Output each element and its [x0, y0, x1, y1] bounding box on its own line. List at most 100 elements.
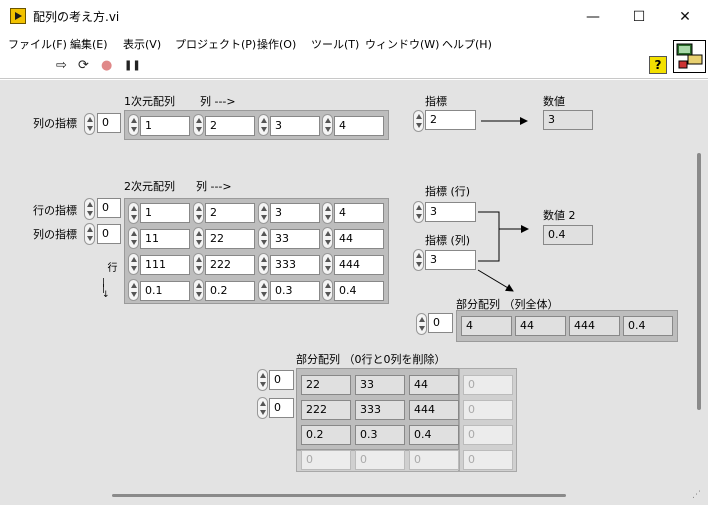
row-index-label: 指標 (行)	[425, 185, 471, 198]
array1d-col-label: 列 --->	[200, 95, 236, 108]
array1d-elem[interactable]: 4	[334, 116, 384, 136]
array2d-col-index-spinner[interactable]	[84, 223, 95, 245]
pause-icon[interactable]: ❚❚	[124, 60, 141, 71]
array2d-spinner[interactable]	[128, 279, 139, 301]
horizontal-scrollbar[interactable]	[112, 494, 566, 497]
subarray2-elem-empty: 0	[301, 450, 351, 470]
col-index-label: 指標 (列)	[425, 234, 471, 247]
subarray2-elem: 333	[355, 400, 405, 420]
menu-help[interactable]: ヘルプ(H)	[442, 36, 492, 52]
window-title: 配列の考え方.vi	[33, 10, 120, 24]
array2d-spinner[interactable]	[128, 202, 139, 224]
array2d-elem[interactable]: 44	[334, 229, 384, 249]
col-index-field[interactable]: 3	[425, 250, 476, 270]
array1d-index-field[interactable]: 0	[97, 113, 121, 133]
array2d-elem[interactable]: 0.2	[205, 281, 255, 301]
index-label: 指標	[425, 95, 447, 108]
array2d-elem[interactable]: 2	[205, 203, 255, 223]
array1d-elem[interactable]: 1	[140, 116, 190, 136]
abort-icon[interactable]: ●	[101, 58, 112, 73]
menu-window[interactable]: ウィンドウ(W)	[365, 36, 439, 52]
array2d-spinner[interactable]	[258, 279, 269, 301]
array1d-elem-spinner[interactable]	[128, 114, 139, 136]
array2d-elem[interactable]: 0.4	[334, 281, 384, 301]
run-continuously-icon[interactable]: ⟳	[78, 58, 89, 73]
subarray2-elem: 33	[355, 375, 405, 395]
array1d-elem-spinner[interactable]	[193, 114, 204, 136]
subarray2-row-index-spinner[interactable]	[257, 369, 268, 391]
context-help-button[interactable]: ?	[649, 56, 667, 74]
array1d-elem[interactable]: 2	[205, 116, 255, 136]
subarray2-elem: 22	[301, 375, 351, 395]
array1d-elem-spinner[interactable]	[258, 114, 269, 136]
resize-grip-icon[interactable]: ⋰	[692, 490, 701, 500]
subarray2-row-index-field[interactable]: 0	[269, 370, 294, 390]
number2-output: 0.4	[543, 225, 593, 245]
array2d-elem[interactable]: 333	[270, 255, 320, 275]
title-bar: 配列の考え方.vi — ☐ ✕	[0, 0, 708, 33]
subarray2-col-index-field[interactable]: 0	[269, 398, 294, 418]
row-index-spinner[interactable]	[413, 201, 424, 223]
number-output: 3	[543, 110, 593, 130]
array1d-elem[interactable]: 3	[270, 116, 320, 136]
index-field[interactable]: 2	[425, 110, 476, 130]
subarray2-elem: 444	[409, 400, 459, 420]
array1d-index-spinner[interactable]	[84, 113, 95, 135]
array2d-elem[interactable]: 0.3	[270, 281, 320, 301]
array2d-spinner[interactable]	[322, 227, 333, 249]
run-arrow-icon[interactable]: ⇨	[56, 58, 67, 73]
array2d-spinner[interactable]	[258, 227, 269, 249]
subarray2-elem-empty: 0	[355, 450, 405, 470]
menu-file[interactable]: ファイル(F)	[8, 36, 67, 52]
array2d-elem[interactable]: 3	[270, 203, 320, 223]
array2d-spinner[interactable]	[258, 202, 269, 224]
array2d-title: 2次元配列	[124, 180, 175, 193]
array2d-spinner[interactable]	[193, 227, 204, 249]
array2d-spinner[interactable]	[193, 202, 204, 224]
array2d-elem[interactable]: 0.1	[140, 281, 190, 301]
col-index-spinner[interactable]	[413, 249, 424, 271]
menu-project[interactable]: プロジェクト(P)	[175, 36, 256, 52]
menu-edit[interactable]: 編集(E)	[70, 36, 108, 52]
subarray2-elem-empty: 0	[463, 375, 513, 395]
array2d-elem[interactable]: 33	[270, 229, 320, 249]
array2d-row-index-spinner[interactable]	[84, 198, 95, 220]
array2d-elem[interactable]: 4	[334, 203, 384, 223]
subarray-index-spinner[interactable]	[416, 313, 427, 335]
array2d-spinner[interactable]	[322, 253, 333, 275]
row-index-field[interactable]: 3	[425, 202, 476, 222]
array2d-spinner[interactable]	[322, 279, 333, 301]
array2d-col-index-field[interactable]: 0	[97, 224, 121, 244]
subarray2-col-index-spinner[interactable]	[257, 397, 268, 419]
array2d-elem[interactable]: 444	[334, 255, 384, 275]
subarray-elem: 0.4	[623, 316, 673, 336]
array2d-spinner[interactable]	[322, 202, 333, 224]
index-spinner[interactable]	[413, 110, 424, 132]
close-button[interactable]: ✕	[662, 0, 708, 33]
vertical-scrollbar[interactable]	[697, 153, 701, 410]
array2d-spinner[interactable]	[128, 253, 139, 275]
minimize-button[interactable]: —	[570, 0, 616, 33]
menu-tools[interactable]: ツール(T)	[311, 36, 359, 52]
array2d-elem[interactable]: 11	[140, 229, 190, 249]
array2d-spinner[interactable]	[128, 227, 139, 249]
menu-operate[interactable]: 操作(O)	[257, 36, 296, 52]
maximize-button[interactable]: ☐	[616, 0, 662, 33]
subarray2-elem: 0.3	[355, 425, 405, 445]
array1d-title: 1次元配列	[124, 95, 175, 108]
array2d-elem[interactable]: 222	[205, 255, 255, 275]
array2d-spinner[interactable]	[258, 253, 269, 275]
array2d-elem[interactable]: 22	[205, 229, 255, 249]
subarray-index-field[interactable]: 0	[428, 313, 453, 333]
labview-app-icon	[10, 8, 26, 24]
array2d-elem[interactable]: 1	[140, 203, 190, 223]
array2d-spinner[interactable]	[193, 279, 204, 301]
array2d-row-index-field[interactable]: 0	[97, 198, 121, 218]
menu-view[interactable]: 表示(V)	[123, 36, 161, 52]
subarray2-elem-empty: 0	[463, 425, 513, 445]
array2d-elem[interactable]: 111	[140, 255, 190, 275]
array1d-elem-spinner[interactable]	[322, 114, 333, 136]
array2d-row-index-label: 行の指標	[33, 204, 77, 217]
array1d-index-label: 列の指標	[33, 117, 77, 130]
array2d-spinner[interactable]	[193, 253, 204, 275]
